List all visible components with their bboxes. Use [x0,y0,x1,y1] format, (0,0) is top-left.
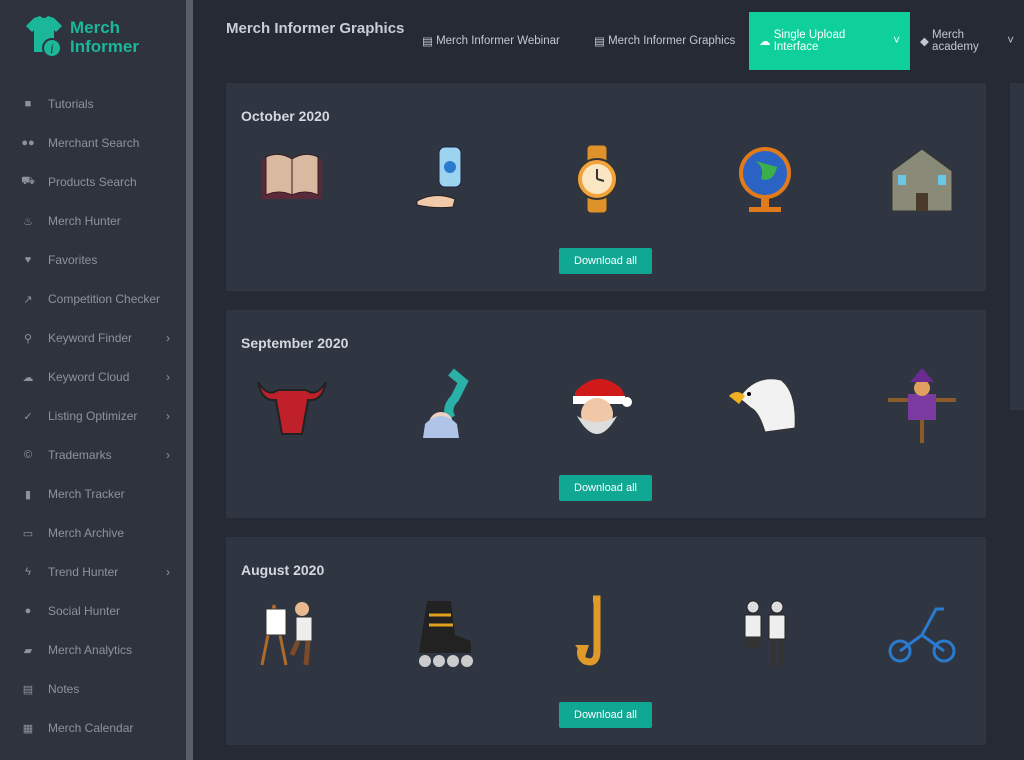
chevron-right-icon: › [166,370,170,384]
sidebar-item-notes[interactable]: ▤ Notes [0,674,186,704]
sidebar-item-merch-archive[interactable]: ▭ Merch Archive [0,518,186,548]
month-card: October 2020 Download all [226,83,986,291]
hand-sanitizer-graphic[interactable] [405,141,485,216]
side-panel [1010,83,1024,410]
file-icon: ▤ [422,36,437,48]
tshirt-logo-icon: i [26,16,62,58]
sidebar-item-products-search[interactable]: ⛟ Products Search [0,167,186,197]
bar-chart-icon: ▮ [24,488,32,501]
sidebar-item-label: Notes [48,682,80,696]
cloud-icon: ☁ [22,371,34,384]
sidebar-item-merch-analytics[interactable]: ▰ Merch Analytics [0,635,186,665]
sidebar-item-favorites[interactable]: ♥ Favorites [0,245,186,275]
users-icon: ●● [21,137,35,149]
rollerblade-graphic[interactable] [405,595,485,670]
sidebar-item-listing-optimizer[interactable]: ✓ Listing Optimizer › [0,401,186,431]
sidebar-item-social-hunter[interactable]: ● Social Hunter [0,596,186,626]
nav-webinar[interactable]: ▤ Merch Informer Webinar [412,12,570,70]
globe-graphic[interactable] [725,141,805,216]
search-icon: ⚲ [23,332,33,345]
download-all-button[interactable]: Download all [559,702,652,728]
bull-graphic[interactable] [252,368,332,443]
chevron-right-icon: › [166,448,170,462]
sidebar-item-label: Competition Checker [48,292,161,306]
month-title: August 2020 [241,562,325,578]
sidebar-item-label: Merch Archive [48,526,125,540]
fire-icon: ♨ [23,215,33,228]
bolt-icon: ϟ [25,566,31,578]
chevron-right-icon: › [166,565,170,579]
sidebar-scrollbar[interactable] [186,0,193,760]
svg-text:i: i [50,42,54,56]
eagle-graphic[interactable] [725,368,805,443]
sidebar-item-merch-calendar[interactable]: ▦ Merch Calendar [0,713,186,743]
sidebar-item-label: Listing Optimizer [48,409,138,423]
sidebar-item-label: Social Hunter [48,604,121,618]
cart-icon: ⛟ [21,175,35,187]
sidebar-item-merch-tracker[interactable]: ▮ Merch Tracker [0,479,186,509]
sidebar-item-trademarks[interactable]: © Trademarks › [0,440,186,470]
chevron-right-icon: › [166,331,170,345]
sidebar-item-trend-hunter[interactable]: ϟ Trend Hunter › [0,557,186,587]
cloud-upload-icon: ☁ [759,36,774,48]
book-graphic[interactable] [252,141,332,216]
chevron-right-icon: › [166,409,170,423]
sidebar-item-merch-hunter[interactable]: ♨ Merch Hunter [0,206,186,236]
month-card: August 2020 Download all [226,537,986,745]
month-title: September 2020 [241,335,349,351]
sidebar-item-label: Merch Analytics [48,643,133,657]
note-icon: ▤ [22,683,34,696]
book-icon: ▰ [23,644,33,657]
trend-icon: ↗ [23,293,33,306]
saxophone-graphic[interactable] [557,595,637,670]
sidebar-item-label: Merch Tracker [48,487,125,501]
brand-logo[interactable]: i Merch Informer [24,14,139,60]
sidebar-item-label: Favorites [48,253,98,267]
sidebar-item-merchant-search[interactable]: ●● Merchant Search [0,128,186,158]
sidebar-item-label: Keyword Cloud [48,370,130,384]
nav-graphics[interactable]: ▤ Merch Informer Graphics [584,12,745,70]
painter-graphic[interactable] [252,595,332,670]
graduation-cap-icon: ◆ [920,36,933,48]
sidebar-item-competition-checker[interactable]: ↗ Competition Checker [0,284,186,314]
check-icon: ✓ [23,410,33,423]
brand-line1: Merch [70,18,121,37]
chat-icon: ● [24,605,32,617]
sidebar-item-label: Merch Hunter [48,214,121,228]
sidebar-item-label: Merchant Search [48,136,140,150]
santa-graphic[interactable] [557,368,637,443]
brand-line2: Informer [70,37,139,56]
heart-icon: ♥ [24,254,32,266]
download-all-button[interactable]: Download all [559,475,652,501]
download-all-button[interactable]: Download all [559,248,652,274]
chevron-down-icon: ˅ [890,35,900,47]
sidebar-item-label: Merch Calendar [48,721,134,735]
month-title: October 2020 [241,108,330,124]
sidebar-item-label: Trend Hunter [48,565,119,579]
copyright-icon: © [23,449,33,461]
sidebar-item-label: Products Search [48,175,137,189]
sidebar-item-keyword-cloud[interactable]: ☁ Keyword Cloud › [0,362,186,392]
sidebar: i Merch Informer ■ Tutorials ●● Merchant Sea… [0,0,186,760]
page-title: Merch Informer Graphics [226,20,405,37]
mermaid-graphic[interactable] [405,368,485,443]
house-graphic[interactable] [882,141,962,216]
calendar-icon: ▦ [22,722,34,735]
scarecrow-graphic[interactable] [882,368,962,443]
sidebar-item-label: Keyword Finder [48,331,133,345]
couple-graphic[interactable] [725,595,805,670]
sidebar-item-label: Trademarks [48,448,112,462]
video-icon: ■ [24,98,32,110]
sidebar-item-keyword-finder[interactable]: ⚲ Keyword Finder › [0,323,186,353]
nav-single-upload[interactable]: ☁ Single Upload Interface ˅ [749,12,910,70]
sidebar-item-tutorials[interactable]: ■ Tutorials [0,89,186,119]
sidebar-item-label: Tutorials [48,97,94,111]
archive-icon: ▭ [22,527,34,540]
wristwatch-graphic[interactable] [557,141,637,216]
chevron-down-icon: ˅ [1004,35,1014,47]
nav-merch-academy[interactable]: ◆ Merch academy ˅ [910,12,1024,70]
file-icon: ▤ [594,36,609,48]
tricycle-graphic[interactable] [882,595,962,670]
month-card: September 2020 Download all [226,310,986,518]
